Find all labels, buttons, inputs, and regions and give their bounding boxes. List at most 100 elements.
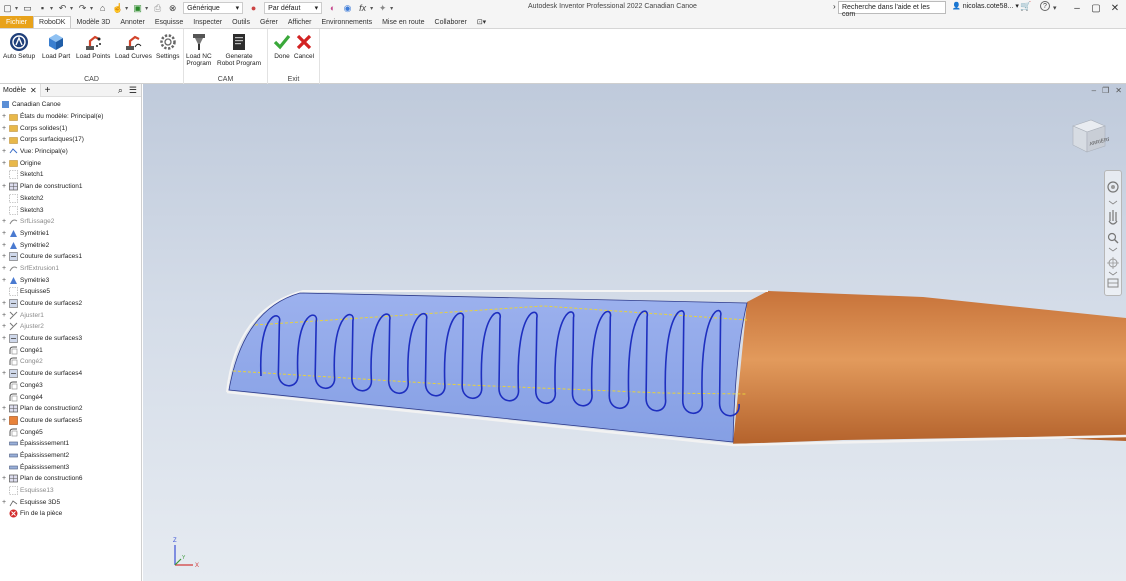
close-tab-icon[interactable]: ✕ <box>30 86 37 95</box>
tab-inspecter[interactable]: Inspecter <box>188 16 227 28</box>
expand-icon[interactable]: + <box>0 475 8 482</box>
tab-afficher[interactable]: Afficher <box>283 16 317 28</box>
done-button[interactable]: Done <box>271 31 293 60</box>
tree-node[interactable]: + Symétrie2 <box>0 239 141 251</box>
redo-dropdown-icon[interactable]: ▾ <box>90 5 93 12</box>
wheel-dropdown-icon[interactable] <box>1108 200 1118 205</box>
search-icon[interactable]: ⌕ <box>118 85 123 96</box>
zoom-dropdown-icon[interactable] <box>1108 247 1118 252</box>
home-icon[interactable]: ⌂ <box>96 2 109 15</box>
new-file-icon[interactable]: ▢ <box>1 2 14 15</box>
expand-icon[interactable]: + <box>0 323 8 330</box>
viewcube[interactable]: ARRIÈRE <box>1069 116 1109 158</box>
tree-node[interactable]: Esquisse5 <box>0 286 141 298</box>
appearance-dropdown[interactable]: Par défaut ▾ <box>264 2 323 14</box>
tree-node[interactable]: + Couture de surfaces4 <box>0 368 141 380</box>
appearance-override-icon[interactable]: ◐ <box>326 2 339 15</box>
parameters-icon[interactable]: fx <box>356 2 369 15</box>
tab-mise-en-route[interactable]: Mise en route <box>377 16 429 28</box>
tree-node[interactable]: + Couture de surfaces1 <box>0 251 141 263</box>
tab-extra-dropdown[interactable]: ⊡▾ <box>472 16 491 28</box>
clear-appearance-icon[interactable]: ◉ <box>341 2 354 15</box>
tree-node[interactable]: + Ajuster2 <box>0 321 141 333</box>
material-dropdown[interactable]: Générique ▾ <box>183 2 244 14</box>
auto-setup-button[interactable]: Auto Setup <box>3 31 35 60</box>
tree-node[interactable]: Congé4 <box>0 391 141 403</box>
save-icon[interactable]: ▪ <box>36 2 49 15</box>
tree-node[interactable]: Épaississement1 <box>0 438 141 450</box>
generate-robot-program-button[interactable]: Generate Robot Program <box>217 31 261 67</box>
tree-node[interactable]: + Corps surfaciques(17) <box>0 134 141 146</box>
tree-node[interactable]: Fin de la pièce <box>0 508 141 520</box>
load-curves-button[interactable]: Load Curves <box>115 31 152 60</box>
cart-icon[interactable]: 🛒 <box>1020 1 1031 12</box>
tree-node[interactable]: + Origine <box>0 157 141 169</box>
tree-node[interactable]: Congé3 <box>0 380 141 392</box>
expand-icon[interactable]: + <box>0 230 8 237</box>
update-dropdown-icon[interactable]: ▾ <box>145 5 148 12</box>
cancel-button[interactable]: Cancel <box>293 31 315 60</box>
tab-annoter[interactable]: Annoter <box>115 16 150 28</box>
expand-icon[interactable]: + <box>0 160 8 167</box>
tab-outils[interactable]: Outils <box>227 16 255 28</box>
tab-gerer[interactable]: Gérer <box>255 16 283 28</box>
close-icon[interactable]: ✕ <box>1106 0 1124 16</box>
zoom-icon[interactable] <box>1107 232 1119 244</box>
expand-icon[interactable]: + <box>0 148 8 155</box>
undo-icon[interactable]: ↶ <box>56 2 69 15</box>
tree-node[interactable]: Épaississement2 <box>0 450 141 462</box>
expand-icon[interactable]: + <box>0 218 8 225</box>
expand-icon[interactable]: + <box>0 113 8 120</box>
new-dropdown-icon[interactable]: ▾ <box>15 5 18 12</box>
search-arrow-icon[interactable]: › <box>833 2 836 11</box>
expand-icon[interactable]: + <box>0 125 8 132</box>
help-icon[interactable]: ? <box>1040 1 1050 11</box>
tree-node[interactable]: + Symétrie3 <box>0 274 141 286</box>
tree-node[interactable]: + États du modèle: Principal(e) <box>0 111 141 123</box>
expand-icon[interactable]: + <box>0 335 8 342</box>
tab-modele[interactable]: Modèle ✕ <box>0 83 41 97</box>
expand-icon[interactable]: + <box>0 417 8 424</box>
graphics-viewport[interactable]: – ❐ ✕ ARRIÈRE Z X Y <box>143 84 1126 581</box>
update-icon[interactable]: ▣ <box>131 2 144 15</box>
tab-collaborer[interactable]: Collaborer <box>430 16 472 28</box>
expand-icon[interactable]: + <box>0 300 8 307</box>
pan-hand-icon[interactable] <box>1108 210 1118 225</box>
orbit-icon[interactable] <box>1107 257 1119 269</box>
tree-node[interactable]: + SrfLissage2 <box>0 216 141 228</box>
minimize-icon[interactable]: – <box>1068 0 1086 16</box>
help-dropdown-icon[interactable]: ▾ <box>1053 4 1057 12</box>
expand-icon[interactable]: + <box>0 370 8 377</box>
user-account[interactable]: 👤 nicolas.cote58... ▾ <box>952 2 1019 11</box>
help-search-input[interactable]: Recherche dans l'aide et les com <box>838 1 946 18</box>
open-folder-icon[interactable]: ▭ <box>21 2 34 15</box>
tab-robodk[interactable]: RoboDK <box>33 16 72 28</box>
select-icon[interactable]: ☝ <box>111 2 124 15</box>
look-at-icon[interactable] <box>1107 278 1119 288</box>
canoe-model[interactable] <box>143 84 1126 581</box>
redo-icon[interactable]: ↷ <box>76 2 89 15</box>
print-icon[interactable]: ⎙ <box>151 2 164 15</box>
menu-icon[interactable]: ☰ <box>129 85 137 96</box>
expand-icon[interactable]: + <box>0 405 8 412</box>
undo-dropdown-icon[interactable]: ▾ <box>70 5 73 12</box>
load-points-button[interactable]: Load Points <box>76 31 110 60</box>
expand-icon[interactable]: + <box>0 265 8 272</box>
tab-modele-3d[interactable]: Modèle 3D <box>71 16 115 28</box>
settings-button[interactable]: Settings <box>156 31 180 60</box>
tab-environnements[interactable]: Environnements <box>317 16 378 28</box>
steering-wheel-icon[interactable] <box>1107 181 1119 193</box>
load-nc-program-button[interactable]: Load NC Program <box>186 31 212 67</box>
tree-node[interactable]: + Plan de construction1 <box>0 181 141 193</box>
tree-node[interactable]: + Esquisse 3D5 <box>0 496 141 508</box>
expand-icon[interactable]: + <box>0 183 8 190</box>
tree-node[interactable]: + SrfExtrusion1 <box>0 263 141 275</box>
expand-icon[interactable]: + <box>0 499 8 506</box>
tree-node[interactable]: + Plan de construction2 <box>0 403 141 415</box>
select-dropdown-icon[interactable]: ▾ <box>125 5 128 12</box>
hull-surface[interactable] <box>733 291 1126 444</box>
expand-icon[interactable]: + <box>0 312 8 319</box>
tree-node[interactable]: Esquisse13 <box>0 485 141 497</box>
tree-node[interactable]: + Ajuster1 <box>0 309 141 321</box>
orbit-dropdown-icon[interactable] <box>1108 271 1118 276</box>
